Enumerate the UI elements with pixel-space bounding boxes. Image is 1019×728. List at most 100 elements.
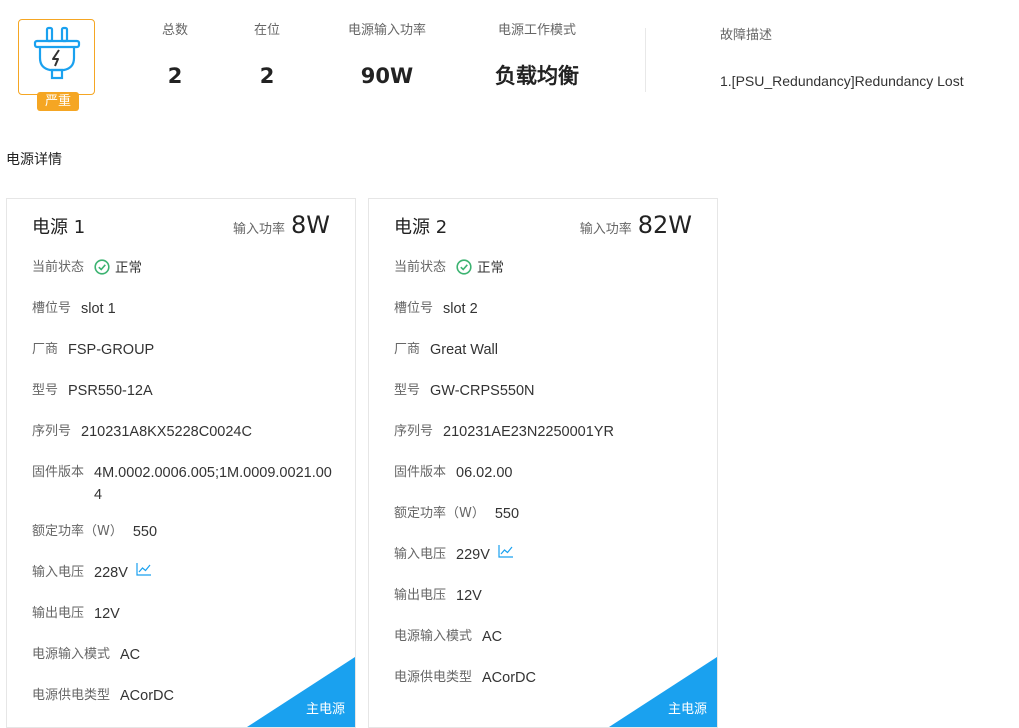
psu-card-title: 电源 1 bbox=[32, 217, 86, 238]
psu-input-mode-value: AC bbox=[120, 647, 141, 663]
severity-badge: 严重 bbox=[37, 92, 79, 111]
psu-row-vendor: 厂商 Great Wall bbox=[394, 339, 699, 380]
psu-rated-power-value: 550 bbox=[132, 524, 158, 540]
psu-vendor-value: Great Wall bbox=[430, 342, 498, 358]
psu-status-value: 正常 bbox=[456, 257, 504, 279]
psu-row-vendor: 厂商 FSP-GROUP bbox=[32, 339, 337, 380]
summary-divider bbox=[645, 28, 646, 92]
stat-present-value: 2 bbox=[259, 64, 275, 88]
psu-status-label: 当前状态 bbox=[394, 260, 447, 275]
power-summary: 严重 总数 2 在位 2 电源输入功率 90W 电源工作模式 负载均衡 故障描述… bbox=[0, 0, 1019, 130]
psu-firmware-value: 06.02.00 bbox=[456, 465, 513, 481]
stat-work-mode-value: 负载均衡 bbox=[495, 64, 579, 88]
psu-card-title: 电源 2 bbox=[394, 217, 448, 238]
psu-status-label: 当前状态 bbox=[32, 260, 85, 275]
stat-input-power-value: 90W bbox=[360, 64, 414, 88]
psu-rated-power-label: 额定功率（W） bbox=[32, 524, 123, 539]
psu-input-power: 输入功率 8W bbox=[233, 211, 330, 239]
psu-row-output-voltage: 输出电压 12V bbox=[394, 585, 699, 626]
psu-vendor-label: 厂商 bbox=[32, 342, 59, 357]
stat-work-mode-label: 电源工作模式 bbox=[497, 23, 576, 38]
psu-input-mode-label: 电源输入模式 bbox=[394, 629, 473, 644]
stat-total: 总数 2 bbox=[156, 20, 194, 90]
psu-input-voltage-label: 输入电压 bbox=[394, 547, 447, 562]
psu-output-voltage-value: 12V bbox=[456, 588, 482, 604]
psu-status-value: 正常 bbox=[94, 257, 142, 279]
psu-slot-label: 槽位号 bbox=[32, 301, 72, 316]
psu-serial-value: 210231AE23N2250001YR bbox=[443, 424, 614, 440]
psu-input-power-label: 输入功率 bbox=[232, 222, 285, 237]
psu-row-input-voltage: 输入电压 229V bbox=[394, 544, 699, 585]
psu-input-power-value: 82W bbox=[637, 211, 692, 239]
psu-row-rated-power: 额定功率（W） 550 bbox=[394, 503, 699, 544]
psu-firmware-label: 固件版本 bbox=[32, 465, 85, 480]
psu-serial-value: 210231A8KX5228C0024C bbox=[81, 424, 252, 440]
psu-input-mode-value: AC bbox=[482, 629, 503, 645]
main-psu-corner-label: 主电源 bbox=[667, 702, 707, 717]
power-status-icon-box bbox=[18, 19, 95, 95]
psu-row-status: 当前状态 正常 bbox=[394, 257, 699, 298]
psu-output-voltage-label: 输出电压 bbox=[32, 606, 85, 621]
stat-present-label: 在位 bbox=[253, 23, 280, 38]
psu-rated-power-label: 额定功率（W） bbox=[394, 506, 485, 521]
psu-slot-value: slot 2 bbox=[443, 301, 478, 317]
psu-row-status: 当前状态 正常 bbox=[32, 257, 337, 298]
psu-firmware-label: 固件版本 bbox=[394, 465, 447, 480]
psu-row-serial: 序列号 210231AE23N2250001YR bbox=[394, 421, 699, 462]
stat-present: 在位 2 bbox=[248, 20, 286, 90]
psu-detail-list: 当前状态 正常 槽位号 slot 1 厂商 FSP-GROUP 型号 PSR55… bbox=[32, 257, 337, 726]
main-psu-corner-label: 主电源 bbox=[305, 702, 345, 717]
psu-input-voltage-value: 229V bbox=[456, 547, 490, 563]
psu-row-slot: 槽位号 slot 2 bbox=[394, 298, 699, 339]
psu-output-voltage-value: 12V bbox=[94, 606, 120, 622]
psu-model-value: PSR550-12A bbox=[68, 383, 153, 399]
line-chart-icon[interactable] bbox=[498, 544, 514, 558]
psu-serial-label: 序列号 bbox=[394, 424, 434, 439]
stat-total-label: 总数 bbox=[161, 23, 188, 38]
psu-row-model: 型号 GW-CRPS550N bbox=[394, 380, 699, 421]
line-chart-icon[interactable] bbox=[136, 562, 152, 576]
psu-status-text: 正常 bbox=[477, 260, 505, 276]
psu-input-voltage-value: 228V bbox=[94, 565, 128, 581]
psu-row-output-voltage: 输出电压 12V bbox=[32, 603, 337, 644]
stat-input-power-label: 电源输入功率 bbox=[347, 23, 426, 38]
check-circle-icon bbox=[456, 259, 472, 275]
psu-row-input-voltage: 输入电压 228V bbox=[32, 562, 337, 603]
psu-row-firmware: 固件版本 06.02.00 bbox=[394, 462, 699, 503]
psu-model-label: 型号 bbox=[394, 383, 421, 398]
psu-row-model: 型号 PSR550-12A bbox=[32, 380, 337, 421]
psu-input-power-label: 输入功率 bbox=[579, 222, 632, 237]
psu-model-label: 型号 bbox=[32, 383, 59, 398]
psu-supply-type-value: ACorDC bbox=[482, 670, 536, 686]
stat-work-mode: 电源工作模式 负载均衡 bbox=[492, 20, 582, 90]
psu-supply-type-value: ACorDC bbox=[120, 688, 174, 704]
psu-slot-label: 槽位号 bbox=[394, 301, 434, 316]
psu-row-serial: 序列号 210231A8KX5228C0024C bbox=[32, 421, 337, 462]
psu-card-2: 电源 2 输入功率 82W 当前状态 正常 槽位号 slot 2 厂商 Great… bbox=[368, 198, 718, 728]
psu-supply-type-label: 电源供电类型 bbox=[32, 688, 111, 703]
fault-description-title: 故障描述 bbox=[720, 28, 773, 43]
psu-rated-power-value: 550 bbox=[494, 506, 520, 522]
psu-detail-list: 当前状态 正常 槽位号 slot 2 厂商 Great Wall 型号 GW-C… bbox=[394, 257, 699, 708]
psu-row-slot: 槽位号 slot 1 bbox=[32, 298, 337, 339]
psu-model-value: GW-CRPS550N bbox=[430, 383, 535, 399]
power-plug-icon bbox=[33, 26, 81, 80]
stat-input-power: 电源输入功率 90W bbox=[343, 20, 431, 90]
psu-row-firmware: 固件版本 4M.0002.0006.005;1M.0009.0021.004 bbox=[32, 462, 337, 521]
psu-input-power-value: 8W bbox=[291, 211, 330, 239]
psu-supply-type-label: 电源供电类型 bbox=[394, 670, 473, 685]
psu-vendor-value: FSP-GROUP bbox=[68, 342, 155, 358]
section-title-power-details: 电源详情 bbox=[6, 152, 62, 168]
psu-firmware-value: 4M.0002.0006.005;1M.0009.0021.004 bbox=[94, 465, 332, 503]
psu-output-voltage-label: 输出电压 bbox=[394, 588, 447, 603]
check-circle-icon bbox=[94, 259, 110, 275]
psu-status-text: 正常 bbox=[115, 260, 143, 276]
fault-description-text: 1.[PSU_Redundancy]Redundancy Lost bbox=[720, 73, 964, 89]
psu-serial-label: 序列号 bbox=[32, 424, 72, 439]
psu-card-1: 电源 1 输入功率 8W 当前状态 正常 槽位号 slot 1 厂商 FSP-GR… bbox=[6, 198, 356, 728]
stat-total-value: 2 bbox=[167, 64, 183, 88]
psu-vendor-label: 厂商 bbox=[394, 342, 421, 357]
psu-input-voltage-label: 输入电压 bbox=[32, 565, 85, 580]
psu-row-rated-power: 额定功率（W） 550 bbox=[32, 521, 337, 562]
psu-slot-value: slot 1 bbox=[81, 301, 116, 317]
